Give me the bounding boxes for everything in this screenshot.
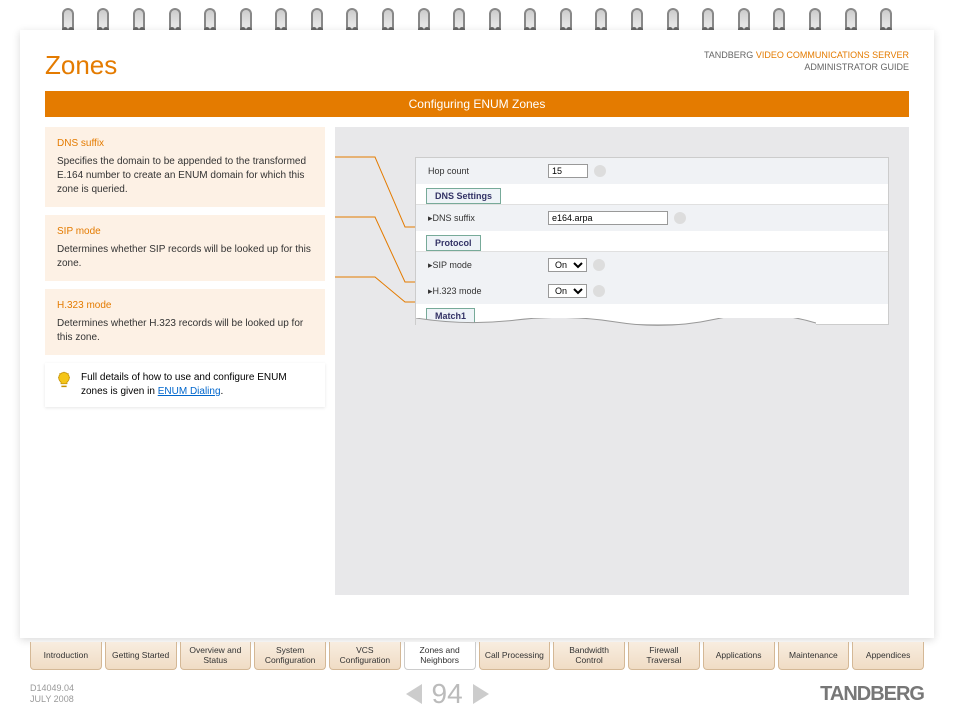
tab-appendices[interactable]: Appendices: [852, 642, 924, 670]
tab-overview-status[interactable]: Overview and Status: [180, 642, 252, 670]
explain-title: H.323 mode: [57, 299, 313, 313]
doc-meta: D14049.04 JULY 2008: [30, 683, 74, 705]
explain-sip-mode: SIP mode Determines whether SIP records …: [45, 215, 325, 281]
tip-text-suffix: .: [221, 386, 224, 397]
tab-system-config[interactable]: System Configuration: [254, 642, 326, 670]
page-title: Zones: [45, 50, 117, 81]
page-container: Zones TANDBERG VIDEO COMMUNICATIONS SERV…: [20, 30, 934, 638]
help-icon[interactable]: [593, 259, 605, 271]
explain-title: SIP mode: [57, 225, 313, 239]
help-icon[interactable]: [593, 285, 605, 297]
sip-mode-select[interactable]: On: [548, 258, 587, 272]
explain-dns-suffix: DNS suffix Specifies the domain to be ap…: [45, 127, 325, 207]
explain-text: Specifies the domain to be appended to t…: [57, 155, 313, 197]
sidebar: DNS suffix Specifies the domain to be ap…: [45, 127, 325, 595]
explain-h323-mode: H.323 mode Determines whether H.323 reco…: [45, 289, 325, 355]
page-number: 94: [432, 678, 463, 710]
torn-edge: [416, 318, 816, 330]
tab-maintenance[interactable]: Maintenance: [778, 642, 850, 670]
brand-logo: TANDBERG: [820, 683, 924, 706]
next-page-arrow[interactable]: [473, 684, 489, 704]
hop-count-label: Hop count: [428, 166, 548, 176]
tab-applications[interactable]: Applications: [703, 642, 775, 670]
tab-call-processing[interactable]: Call Processing: [479, 642, 551, 670]
screenshot-panel: Hop count DNS Settings ▸DNS suffix Proto…: [335, 127, 909, 595]
explain-text: Determines whether SIP records will be l…: [57, 243, 313, 271]
doc-header-info: TANDBERG VIDEO COMMUNICATIONS SERVER ADM…: [704, 50, 909, 73]
explain-text: Determines whether H.323 records will be…: [57, 317, 313, 345]
spiral-binding: [20, 0, 934, 30]
tab-bandwidth-control[interactable]: Bandwidth Control: [553, 642, 625, 670]
tab-firewall-traversal[interactable]: Firewall Traversal: [628, 642, 700, 670]
h323-mode-select[interactable]: On: [548, 284, 587, 298]
protocol-tab[interactable]: Protocol: [426, 235, 481, 251]
help-icon[interactable]: [594, 165, 606, 177]
pager: 94: [406, 678, 489, 710]
footer: D14049.04 JULY 2008 94 TANDBERG: [30, 678, 924, 710]
tab-getting-started[interactable]: Getting Started: [105, 642, 177, 670]
tab-introduction[interactable]: Introduction: [30, 642, 102, 670]
help-icon[interactable]: [674, 212, 686, 224]
tab-zones-neighbors[interactable]: Zones and Neighbors: [404, 642, 476, 670]
h323-mode-label: ▸H.323 mode: [428, 286, 548, 297]
explain-title: DNS suffix: [57, 137, 313, 151]
dns-settings-tab[interactable]: DNS Settings: [426, 188, 501, 204]
tab-vcs-config[interactable]: VCS Configuration: [329, 642, 401, 670]
hop-count-input[interactable]: [548, 164, 588, 178]
dns-suffix-label: ▸DNS suffix: [428, 213, 548, 224]
sip-mode-label: ▸SIP mode: [428, 260, 548, 271]
dns-suffix-input[interactable]: [548, 211, 668, 225]
lightbulb-icon: [55, 371, 73, 389]
prev-page-arrow[interactable]: [406, 684, 422, 704]
section-banner: Configuring ENUM Zones: [45, 91, 909, 117]
tip-box: Full details of how to use and configure…: [45, 363, 325, 407]
enum-dialing-link[interactable]: ENUM Dialing: [158, 386, 221, 397]
config-form-screenshot: Hop count DNS Settings ▸DNS suffix Proto…: [415, 157, 889, 325]
nav-tabs: Introduction Getting Started Overview an…: [30, 642, 924, 670]
